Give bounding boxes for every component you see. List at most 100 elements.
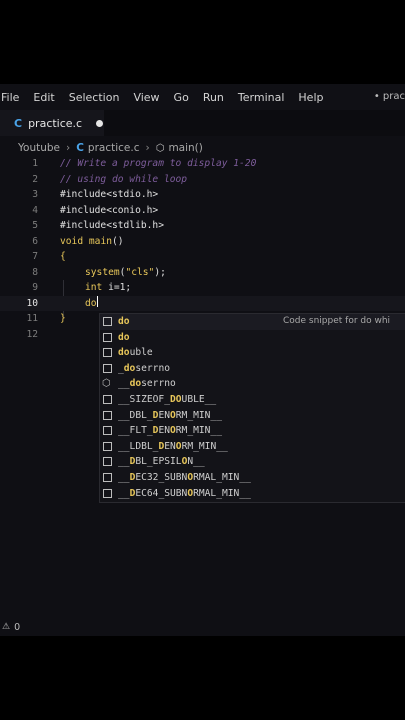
suggestion-rest: N__ — [187, 456, 205, 468]
code-line: 4 #include<conio.h> — [0, 203, 405, 219]
keyword-token: int — [85, 282, 103, 293]
line-number: 9 — [32, 282, 38, 293]
keyword-token: do — [85, 297, 97, 309]
code-token: i=1; — [102, 282, 132, 293]
breadcrumb-symbol[interactable]: main() — [168, 142, 202, 154]
keyword-icon — [103, 426, 112, 436]
code-text: do — [85, 295, 98, 312]
keyword-icon — [103, 488, 112, 498]
suggestion-item[interactable]: __LDBL_DENORM_MIN__ — [100, 439, 405, 455]
menu-view[interactable]: View — [126, 91, 166, 104]
suggestion-label: __DEC32_SUBNORMAL_MIN__ — [118, 470, 251, 486]
warning-icon[interactable]: ⚠ — [2, 622, 10, 632]
line-number: 4 — [32, 204, 38, 216]
menu-terminal[interactable]: Terminal — [231, 91, 292, 104]
suggestion-label: do — [118, 314, 130, 330]
code-text: #include<conio.h> — [60, 204, 159, 216]
suggestion-item[interactable]: __DEC32_SUBNORMAL_MIN__ — [100, 470, 405, 486]
keyword-icon — [103, 441, 112, 451]
suggestion-item[interactable]: __DBL_EPSILON__ — [100, 454, 405, 470]
menu-go[interactable]: Go — [167, 91, 196, 104]
suggestion-rest: serrno — [135, 362, 170, 374]
code-text: } — [60, 313, 66, 324]
punct-token: () — [112, 235, 124, 247]
match-text: do — [118, 347, 130, 359]
suggestion-item[interactable]: __DBL_DENORM_MIN__ — [100, 408, 405, 424]
suggestion-prefix: __ — [118, 456, 130, 468]
suggestion-rest: EN — [164, 440, 176, 452]
keyword-token: void — [60, 235, 84, 247]
code-line: 3 #include<stdio.h> — [0, 187, 405, 203]
window-title: • prac — [373, 91, 405, 102]
chevron-right-icon: › — [66, 142, 71, 154]
code-line: system("cls"); — [0, 265, 405, 281]
suggestion-item[interactable]: __DEC64_SUBNORMAL_MIN__ — [100, 486, 405, 502]
match-text: do — [118, 316, 130, 327]
suggestion-rest: UBLE__ — [181, 394, 217, 405]
c-file-icon: C — [76, 142, 84, 154]
menu-selection[interactable]: Selection — [62, 91, 127, 104]
code-line: 2 // using do while loop — [0, 172, 405, 188]
suggestion-label: __doserrno — [118, 376, 176, 392]
suggestion-rest: RMAL_MIN__ — [193, 487, 251, 499]
code-text: #include<stdio.h> — [60, 189, 159, 200]
line-number: 12 — [26, 328, 38, 340]
menu-edit[interactable]: Edit — [26, 91, 61, 104]
menu-run[interactable]: Run — [196, 91, 231, 104]
suggestion-item[interactable]: do — [100, 330, 405, 346]
keyword-icon — [103, 473, 112, 482]
suggestion-rest: uble — [129, 347, 153, 359]
string-token: "cls" — [125, 266, 155, 278]
menu-file[interactable]: File — [0, 91, 26, 104]
code-line: 7 { — [0, 249, 405, 265]
c-file-icon: C — [14, 116, 23, 130]
suggestion-rest: RM_MIN__ — [181, 440, 228, 452]
keyword-icon — [103, 457, 112, 467]
line-number: 11 — [26, 313, 38, 324]
suggestion-rest: EN — [158, 425, 170, 437]
menu-help[interactable]: Help — [291, 91, 330, 104]
code-text: // Write a program to display 1-20 — [60, 158, 257, 169]
suggestion-item[interactable]: ⬡ __doserrno — [100, 376, 405, 392]
warnings-count[interactable]: 0 — [14, 622, 20, 633]
autocomplete-dropdown[interactable]: do Code snippet for do whi do double _do… — [99, 313, 405, 503]
breadcrumb: Youtube › C practice.c › ⬡ main() — [0, 139, 405, 157]
code-text: { — [60, 251, 66, 262]
line-number: 3 — [32, 189, 38, 200]
suggestion-rest: BL_EPSIL — [135, 456, 182, 468]
line-number: 7 — [32, 251, 38, 262]
suggestion-detail: Code snippet for do whi — [283, 316, 391, 326]
suggestion-item[interactable]: __SIZEOF_DOUBLE__ — [100, 392, 405, 408]
breadcrumb-folder[interactable]: Youtube — [18, 142, 60, 154]
cube-icon: ⬡ — [102, 378, 111, 390]
suggestion-rest: serrno — [141, 378, 176, 390]
suggestion-item[interactable]: double — [100, 345, 405, 361]
suggestion-item[interactable]: do Code snippet for do whi — [100, 314, 405, 330]
keyword-icon — [103, 410, 112, 420]
keyword-icon — [103, 332, 112, 342]
suggestion-item[interactable]: _doserrno — [100, 361, 405, 377]
status-bar: ⚠ 0 — [0, 618, 405, 636]
menubar: File Edit Selection View Go Run Terminal… — [0, 84, 405, 110]
keyword-icon — [103, 363, 112, 373]
code-text: void main() — [60, 234, 124, 250]
code-text: // using do while loop — [60, 173, 188, 185]
unsaved-dot-icon[interactable] — [96, 119, 104, 127]
keyword-icon — [103, 348, 112, 358]
suggestion-rest: EC32_SUBN — [135, 472, 188, 483]
line-number: 6 — [32, 235, 38, 247]
suggestion-label: double — [118, 345, 153, 361]
suggestion-prefix: __ — [118, 487, 130, 499]
suggestion-label: __DEC64_SUBNORMAL_MIN__ — [118, 486, 251, 502]
tab-practice-c[interactable]: C practice.c — [0, 110, 104, 136]
code-text: #include<stdlib.h> — [60, 220, 164, 231]
line-number: 2 — [32, 173, 38, 185]
function-token: main — [88, 235, 112, 247]
suggestion-rest: EN — [158, 409, 170, 421]
breadcrumb-file[interactable]: practice.c — [88, 142, 140, 154]
code-line-current: 10 do — [0, 295, 405, 312]
suggestion-item[interactable]: __FLT_DENORM_MIN__ — [100, 423, 405, 439]
line-number: 5 — [32, 220, 38, 231]
suggestion-label: __DBL_EPSILON__ — [118, 454, 205, 470]
tab-label: practice.c — [28, 116, 83, 130]
